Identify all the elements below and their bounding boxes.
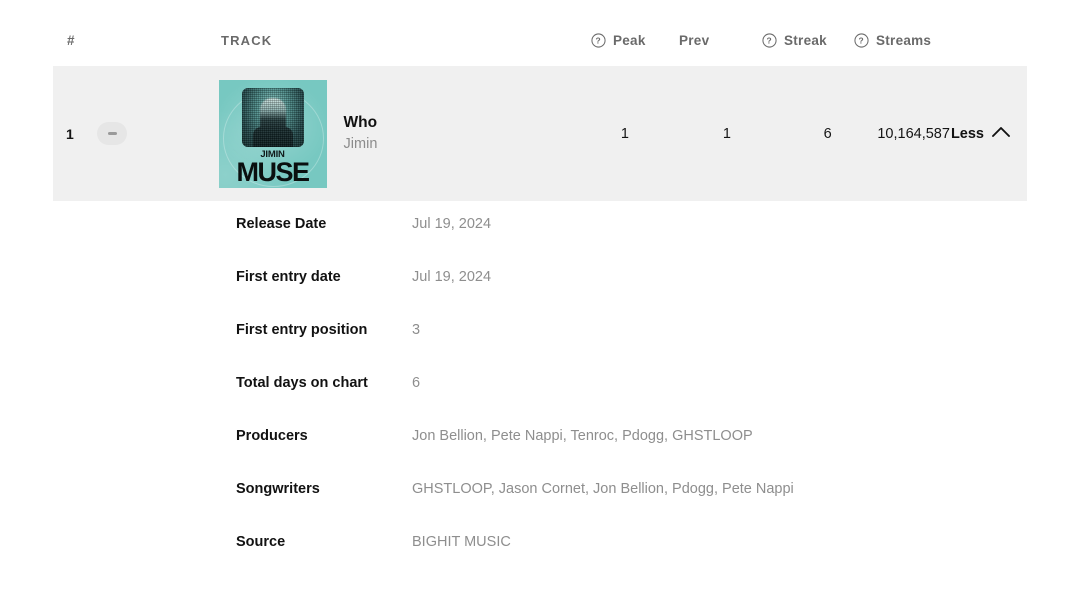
streams-value: 10,164,587 [877, 125, 950, 142]
rank-cell: 1 [53, 122, 219, 145]
table-row[interactable]: 1 JIMIN MUSE Who Jimin 1 1 6 10,164,587 … [53, 66, 1027, 201]
detail-row-total-days-on-chart: Total days on chart 6 [236, 375, 1036, 428]
detail-value: 3 [412, 322, 421, 338]
svg-text:?: ? [767, 35, 773, 45]
help-circle-icon[interactable]: ? [591, 32, 606, 48]
column-header-streams[interactable]: ? Streams [854, 33, 964, 48]
track-details-panel: Release Date Jul 19, 2024 First entry da… [236, 216, 1036, 587]
column-header-rank: # [53, 33, 221, 48]
detail-label: First entry date [236, 269, 341, 285]
track-column-label: TRACK [221, 32, 273, 48]
chart-page: # TRACK ? Peak Prev ? Streak ? Streams 1… [0, 0, 1080, 591]
detail-value: BIGHIT MUSIC [412, 534, 511, 550]
help-circle-icon[interactable]: ? [854, 32, 869, 48]
peak-value: 1 [620, 125, 629, 142]
trend-steady-icon [107, 132, 117, 135]
trend-indicator-badge [97, 122, 127, 145]
artwork-photo [241, 87, 304, 147]
detail-value: GHSTLOOP, Jason Cornet, Jon Bellion, Pdo… [412, 481, 794, 497]
detail-label: Total days on chart [236, 375, 368, 391]
expand-toggle-button[interactable]: Less [951, 125, 1027, 143]
prev-value: 1 [722, 125, 731, 142]
column-header-streak[interactable]: ? Streak [762, 33, 854, 48]
artwork-title-text: MUSE [236, 156, 311, 187]
column-header-prev[interactable]: Prev [679, 33, 762, 48]
track-cell: JIMIN MUSE Who Jimin [218, 79, 583, 188]
detail-label: First entry position [236, 322, 368, 338]
chevron-up-icon[interactable] [991, 125, 1011, 143]
track-text-block: Who Jimin [344, 114, 378, 152]
svg-text:?: ? [859, 35, 865, 45]
prev-column-label: Prev [679, 32, 710, 48]
detail-value: 6 [412, 375, 421, 391]
detail-label: Release Date [236, 216, 327, 232]
detail-value: Jul 19, 2024 [412, 216, 492, 232]
artwork-photo-texture [241, 87, 304, 147]
help-circle-icon[interactable]: ? [762, 32, 777, 48]
column-header-track: TRACK [221, 33, 591, 48]
album-artwork[interactable]: JIMIN MUSE [218, 79, 327, 188]
rank-hash-label: # [67, 32, 76, 48]
detail-row-first-entry-date: First entry date Jul 19, 2024 [236, 269, 1036, 322]
column-header-peak[interactable]: ? Peak [591, 33, 679, 48]
chart-column-header: # TRACK ? Peak Prev ? Streak ? Streams [53, 22, 1027, 58]
detail-value: Jon Bellion, Pete Nappi, Tenroc, Pdogg, … [412, 428, 753, 444]
streak-value: 6 [823, 125, 832, 142]
track-title[interactable]: Who [344, 114, 378, 131]
rank-number: 1 [66, 125, 74, 142]
svg-text:?: ? [596, 35, 602, 45]
streak-column-label: Streak [784, 32, 827, 48]
expand-toggle-label: Less [950, 125, 984, 142]
detail-row-source: Source BIGHIT MUSIC [236, 534, 1036, 587]
peak-column-label: Peak [613, 32, 646, 48]
detail-value: Jul 19, 2024 [412, 269, 492, 285]
detail-row-producers: Producers Jon Bellion, Pete Nappi, Tenro… [236, 428, 1036, 481]
detail-row-first-entry-position: First entry position 3 [236, 322, 1036, 375]
detail-row-release-date: Release Date Jul 19, 2024 [236, 216, 1036, 269]
streams-column-label: Streams [876, 32, 932, 48]
detail-row-songwriters: Songwriters GHSTLOOP, Jason Cornet, Jon … [236, 481, 1036, 534]
detail-label: Source [236, 534, 286, 550]
detail-label: Songwriters [236, 481, 320, 497]
detail-label: Producers [236, 428, 308, 444]
track-artist[interactable]: Jimin [344, 136, 378, 152]
